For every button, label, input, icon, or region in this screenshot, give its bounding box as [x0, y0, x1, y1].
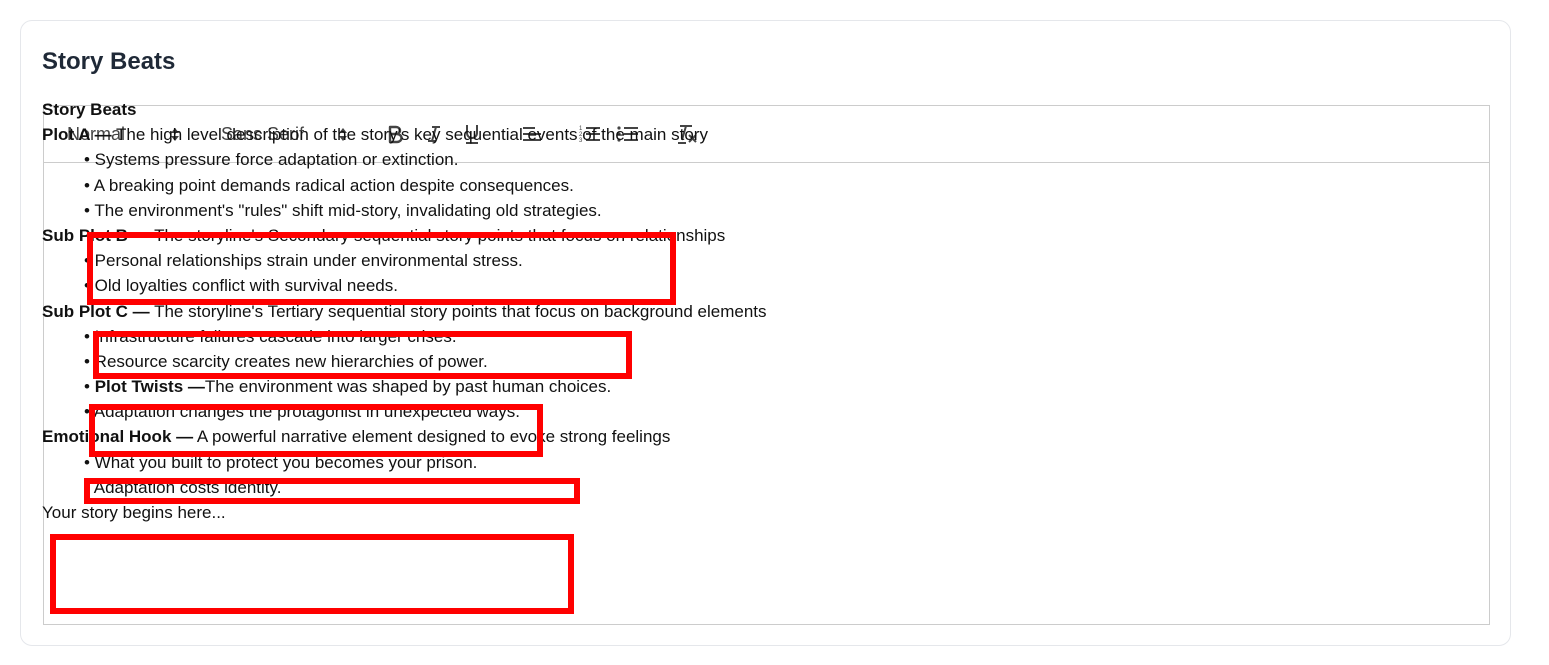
closing-line: Your story begins here...	[42, 503, 226, 522]
emotional-hook-label: Emotional Hook —	[42, 427, 194, 447]
sub-plot-b-label: Sub Plot B —	[42, 225, 150, 245]
plot-twists-bullet: •	[84, 377, 95, 397]
sub-plot-b-line: Sub Plot B — The storyline's Secondary s…	[42, 223, 767, 248]
card-title: Story Beats	[42, 48, 176, 75]
plot-a-label: Plot A —	[42, 125, 112, 145]
story-beats-card: Story Beats Normal Sans Serif 1 2 3 Stor…	[20, 20, 1511, 646]
list-item: • Adaptation changes the protagonist in …	[84, 402, 520, 422]
list-item: • Infrastructure failures cascade into l…	[84, 326, 457, 346]
plot-a-line: Plot A — The high level description of t…	[42, 122, 767, 147]
list-item: • Adaptation costs identity.	[84, 477, 282, 497]
list-item: • The environment's "rules" shift mid-st…	[84, 200, 602, 220]
emotional-hook-line: Emotional Hook — A powerful narrative el…	[42, 424, 767, 449]
list-item: • A breaking point demands radical actio…	[84, 175, 574, 195]
content-heading: Story Beats	[42, 100, 137, 119]
emotional-hook-text: A powerful narrative element designed to…	[193, 427, 671, 447]
list-item: • Resource scarcity creates new hierarch…	[84, 351, 488, 371]
plot-twists-label: Plot Twists —	[94, 377, 205, 397]
plot-twists-line: • Plot Twists —The environment was shape…	[42, 374, 767, 399]
list-item: • What you built to protect you becomes …	[84, 452, 478, 472]
editor-content[interactable]: Story Beats Plot A — The high level desc…	[42, 97, 767, 525]
list-item: • Personal relationships strain under en…	[84, 251, 523, 271]
list-item: • Old loyalties conflict with survival n…	[84, 276, 398, 296]
sub-plot-c-label: Sub Plot C —	[42, 301, 150, 321]
plot-twists-text: The environment was shaped by past human…	[204, 377, 612, 397]
list-item: • Systems pressure force adaptation or e…	[84, 150, 459, 170]
sub-plot-c-line: Sub Plot C — The storyline's Tertiary se…	[42, 299, 767, 324]
sub-plot-c-text: The storyline's Tertiary sequential stor…	[149, 301, 767, 321]
sub-plot-b-text: The storyline's Secondary sequential sto…	[149, 225, 726, 245]
plot-a-text: The high level description of the story'…	[111, 125, 708, 145]
